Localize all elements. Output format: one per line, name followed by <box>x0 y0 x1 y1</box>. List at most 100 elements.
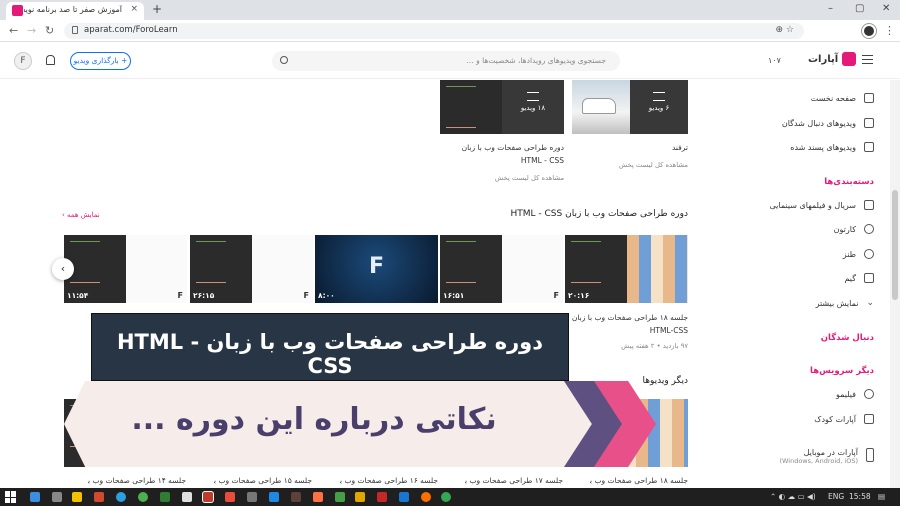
video-title[interactable]: جلسه ۱۷ طراحی صفحات وب با زبان <box>465 474 563 487</box>
sidebar-item-liked[interactable]: ویدیوهای پسند شده <box>790 139 874 155</box>
notifications-icon[interactable]: ▤ <box>878 492 885 501</box>
firefox-icon[interactable] <box>421 492 431 502</box>
reload-button[interactable]: ↻ <box>45 24 54 37</box>
search-icon[interactable] <box>280 56 288 64</box>
video-duration: ۱۶:۵۱ <box>443 291 465 300</box>
upload-video-button[interactable]: + بارگذاری ویدیو <box>70 52 131 70</box>
hamburger-menu-icon[interactable] <box>862 55 873 64</box>
sidebar-item-label: آپارات کودک <box>814 414 856 424</box>
excel-icon[interactable] <box>160 492 170 502</box>
app-icon[interactable] <box>225 492 235 502</box>
video-thumbnail[interactable]: ۲۰:۱۶ <box>565 235 688 303</box>
app-icon[interactable] <box>182 492 192 502</box>
windows-start-icon[interactable] <box>5 491 17 503</box>
playlist-view-all-link[interactable]: مشاهده کل لیست پخش <box>580 161 688 169</box>
window-maximize-button[interactable]: ▢ <box>855 3 864 14</box>
bell-icon[interactable] <box>46 55 55 65</box>
forward-button[interactable]: → <box>27 24 36 37</box>
video-thumbnail[interactable]: ۱۱:۵۴ F <box>64 235 187 303</box>
tray-icons[interactable]: ⌃ ◐ ☁ ▭ ◀) <box>770 492 816 501</box>
profile-avatar[interactable] <box>862 24 876 38</box>
sidebar-item-kids[interactable]: آپارات کودک <box>814 411 874 427</box>
browser-menu-icon[interactable]: ⋮ <box>884 24 895 37</box>
vscode-icon[interactable] <box>399 492 409 502</box>
file-explorer-icon[interactable] <box>72 492 82 502</box>
back-button[interactable]: ← <box>9 24 18 37</box>
playlist-view-all-link[interactable]: مشاهده کل لیست پخش <box>440 174 564 182</box>
sidebar-item-cartoon[interactable]: کارتون <box>834 221 874 237</box>
sidebar-item-label: صفحه نخست <box>810 93 856 103</box>
url-field[interactable]: aparat.com/ForoLearn ⊕ ☆ <box>64 23 804 39</box>
video-title-line2[interactable]: HTML-CSS <box>565 324 688 337</box>
app-icon[interactable] <box>247 492 257 502</box>
tab-close-icon[interactable]: × <box>130 4 138 14</box>
sidebar-item-game[interactable]: گیم <box>844 270 874 286</box>
video-title[interactable]: جلسه ۱۶ طراحی صفحات وب با زبان <box>340 474 438 487</box>
video-title[interactable]: جلسه ۱۵ طراحی صفحات وب با زبان <box>214 474 312 487</box>
address-bar: ← → ↻ aparat.com/ForoLearn ⊕ ☆ <box>0 20 900 42</box>
user-avatar[interactable]: F <box>14 52 32 70</box>
app-icon[interactable] <box>377 492 387 502</box>
language-indicator[interactable]: ENG <box>828 492 844 501</box>
show-all-link[interactable]: نمایش همه › <box>62 211 100 219</box>
app-icon[interactable] <box>138 492 148 502</box>
bookmark-star-icon[interactable]: ⊕ ☆ <box>776 25 794 35</box>
window-close-button[interactable]: ✕ <box>882 3 890 14</box>
window-minimize-button[interactable]: – <box>828 3 833 14</box>
playlist-thumbnail-html-css[interactable]: ۱۸ ویدیو <box>440 80 564 134</box>
settings-icon[interactable] <box>52 492 62 502</box>
sidebar-item-label: سریال و فیلمهای سینمایی <box>769 200 856 210</box>
app-icon[interactable] <box>269 492 279 502</box>
video-title[interactable]: جلسه ۱۸ طراحی صفحات وب با زبان <box>590 474 688 487</box>
site-header: آپارات ۱۰۷ جستجوی ویدیوهای رویدادها، شخص… <box>0 43 900 79</box>
sidebar-item-filimo[interactable]: فیلیمو <box>836 386 874 402</box>
scrollbar-thumb[interactable] <box>892 190 898 300</box>
sidebar-item-comedy[interactable]: طنز <box>843 246 874 262</box>
video-thumbnail[interactable]: ۱۶:۵۱ F <box>440 235 563 303</box>
video-thumbnail[interactable]: ۲۶:۱۵ F <box>190 235 313 303</box>
new-tab-button[interactable]: + <box>150 3 164 17</box>
playlist-icon <box>653 92 665 101</box>
app-icon[interactable] <box>313 492 323 502</box>
video-duration: ۲۰:۱۶ <box>568 291 590 300</box>
chrome-icon[interactable] <box>441 492 451 502</box>
lock-icon <box>72 26 78 34</box>
section-title: دوره طراحی صفحات وب با زبان HTML - CSS <box>510 209 689 219</box>
app-icon[interactable] <box>335 492 345 502</box>
sidebar-item-mobile[interactable]: آپارات در موبایل (Windows, Android, iOS) <box>779 448 874 472</box>
sidebar-item-movies[interactable]: سریال و فیلمهای سینمایی <box>770 197 874 213</box>
playlist-title[interactable]: دوره طراحی صفحات وب با زبان HTML - CSS <box>440 141 564 167</box>
lesson-title-banner: دوره طراحی صفحات وب با زبان HTML - CSS <box>91 313 569 381</box>
video-meta: ۹۷ بازدید • ۲ هفته پیش <box>621 342 688 350</box>
playlist-title[interactable]: ترفند <box>580 141 688 154</box>
video-title[interactable]: جلسه ۱۸ طراحی صفحات وب با زبان <box>565 311 688 324</box>
carousel-prev-button[interactable]: ‹ <box>52 258 74 280</box>
playlist-count: ۱۸ ویدیو <box>520 104 546 112</box>
app-icon[interactable] <box>355 492 365 502</box>
sidebar-item-home[interactable]: صفحه نخست <box>811 90 874 106</box>
telegram-icon[interactable] <box>116 492 126 502</box>
browser-tab-strip: آموزش صفر تا صد برنامه نویسی ... × + – ▢… <box>0 0 900 20</box>
sidebar-item-subscriptions[interactable]: ویدیوهای دنبال شدگان <box>782 115 874 131</box>
app-icon[interactable] <box>291 492 301 502</box>
taskbar-clock[interactable]: 15:58 <box>849 492 871 501</box>
car-image <box>572 80 630 134</box>
app-icon[interactable] <box>94 492 104 502</box>
edge-icon[interactable] <box>30 492 40 502</box>
lesson-subtitle-banner: نکاتی درباره این دوره ... <box>64 381 656 467</box>
sidebar-item-label: فیلیمو <box>835 389 856 399</box>
browser-tab[interactable]: آموزش صفر تا صد برنامه نویسی ... × <box>6 2 144 20</box>
search-input[interactable]: جستجوی ویدیوهای رویدادها، شخصیت‌ها و ... <box>272 51 620 71</box>
live-count[interactable]: ۱۰۷ <box>768 56 781 65</box>
playlist-thumbnail-tricks[interactable]: ۶ ویدیو <box>572 80 688 134</box>
sidebar-item-show-more[interactable]: ⌄ نمایش بیشتر <box>816 295 874 311</box>
page-scrollbar[interactable] <box>890 80 900 488</box>
video-title[interactable]: جلسه ۱۴ طراحی صفحات وب با زبان <box>88 474 186 487</box>
playlist-count: ۶ ویدیو <box>648 104 670 112</box>
app-icon[interactable] <box>202 491 214 503</box>
page-preview <box>626 235 688 303</box>
foro-logo-icon: F <box>303 291 309 300</box>
video-thumbnail[interactable]: F ۸:۰۰ <box>315 235 438 303</box>
aparat-logo[interactable]: آپارات <box>808 52 857 66</box>
filimo-icon <box>864 389 874 399</box>
